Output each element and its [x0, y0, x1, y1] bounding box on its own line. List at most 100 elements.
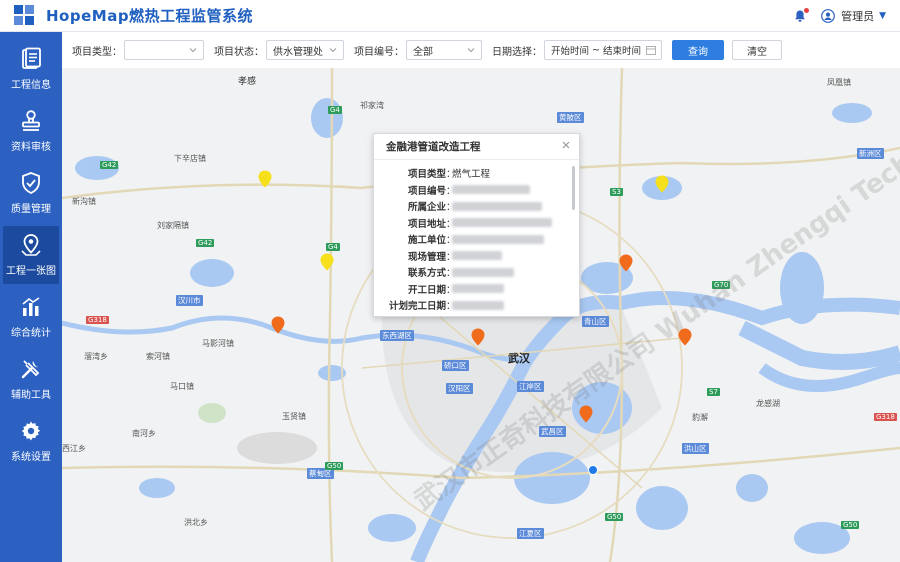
sidebar-item-label: 资料审核	[11, 142, 51, 153]
chevron-down-icon	[189, 48, 197, 53]
highway-shield: G42	[196, 239, 215, 247]
district-label: 汉川市	[176, 295, 203, 306]
highway-shield: G318	[874, 413, 897, 421]
popup-row: 计划完工日期：	[374, 297, 579, 314]
sidebar-item-project-info[interactable]: 工程信息	[0, 40, 62, 98]
district-label: 黄陂区	[557, 112, 584, 123]
project-marker-orange[interactable]	[678, 328, 692, 346]
date-start: 开始时间	[551, 46, 590, 57]
popup-row: 所属企业：	[374, 198, 579, 215]
popup-row: 开工日期：	[374, 281, 579, 298]
project-code-select[interactable]: 全部	[406, 40, 482, 60]
popup-row: 现场管理：	[374, 248, 579, 265]
chevron-down-icon	[329, 48, 337, 53]
project-marker-orange[interactable]	[619, 254, 633, 272]
district-label: 汉阳区	[446, 383, 473, 394]
popup-row: 联系方式：	[374, 264, 579, 281]
project-type-select[interactable]	[124, 40, 204, 60]
app-header: HopeMap燃热工程监管系统 管理员 ▼	[0, 0, 900, 32]
sidebar-item-label: 质量管理	[11, 204, 51, 215]
highway-shield: G50	[325, 462, 344, 470]
popup-row-key: 联系方式	[407, 268, 446, 280]
query-button[interactable]: 查询	[672, 40, 724, 60]
project-status-select[interactable]: 供水管理处	[266, 40, 344, 60]
sidebar-item-statistics[interactable]: 综合统计	[0, 288, 62, 346]
user-name[interactable]: 管理员	[841, 8, 874, 24]
redacted-value	[452, 201, 542, 211]
place-label: 溜湾乡	[84, 352, 108, 361]
redacted-value	[452, 300, 504, 310]
notification-bell-icon[interactable]	[793, 7, 810, 23]
project-info-popup: 金融港管道改造工程 项目类型：燃气工程 项目编号： 所属企业： 项目地址： 施工…	[373, 133, 580, 317]
place-label: 龙感湖	[756, 399, 780, 408]
sidebar-item-settings[interactable]: 系统设置	[0, 412, 62, 470]
project-code-label: 项目编号：	[354, 46, 404, 58]
popup-title: 金融港管道改造工程	[386, 141, 481, 153]
district-label: 洪山区	[682, 443, 709, 454]
place-label: 南河乡	[132, 429, 156, 438]
district-label: 东西湖区	[380, 330, 414, 341]
popup-row-key: 所属企业	[407, 202, 446, 214]
project-status-value: 供水管理处	[273, 46, 323, 58]
close-icon[interactable]	[561, 140, 571, 150]
date-end: 结束时间	[602, 46, 641, 57]
redacted-value	[452, 218, 552, 228]
sidebar-item-document-review[interactable]: 资料审核	[0, 102, 62, 160]
popup-scrollbar[interactable]	[572, 166, 575, 210]
project-map[interactable]: 孝感 下辛店镇 刘家隔镇 马影河镇 新沟镇 溜湾乡 索河镇 马口镇 汉川市 玉贤…	[62, 68, 900, 562]
sidebar: 工程信息 资料审核 质量管理 工程一张图 综合统计 辅助工具 系统设置	[0, 32, 62, 562]
highway-shield: G42	[100, 161, 119, 169]
sidebar-item-quality[interactable]: 质量管理	[0, 164, 62, 222]
popup-row-key: 项目编号	[407, 185, 446, 197]
highway-shield: G4	[326, 243, 340, 251]
stamp-icon	[19, 109, 43, 133]
place-label: 索河镇	[146, 352, 170, 361]
user-menu-chevron-icon[interactable]: ▼	[879, 11, 886, 21]
bar-chart-icon	[19, 295, 43, 319]
redacted-value	[452, 284, 504, 294]
popup-row-key: 项目类型	[407, 169, 446, 181]
project-code-value: 全部	[413, 46, 433, 58]
sidebar-item-project-map[interactable]: 工程一张图	[3, 226, 59, 284]
project-marker-yellow[interactable]	[655, 175, 669, 193]
place-label: 祁家湾	[360, 101, 384, 110]
app-title: HopeMap燃热工程监管系统	[46, 7, 254, 25]
popup-header: 金融港管道改造工程	[374, 134, 579, 160]
clear-button[interactable]: 清空	[732, 40, 782, 60]
user-avatar-icon[interactable]	[821, 8, 835, 23]
place-label: 豹澥	[692, 413, 708, 422]
date-range-picker[interactable]: 开始时间 ~ 结束时间	[544, 40, 662, 60]
popup-row: 项目类型：燃气工程	[374, 165, 579, 182]
place-label: 玉贤镇	[282, 412, 306, 421]
redacted-value	[452, 185, 530, 195]
district-label: 江岸区	[517, 381, 544, 392]
place-label: 洪北乡	[184, 518, 208, 527]
sidebar-item-tools[interactable]: 辅助工具	[0, 350, 62, 408]
project-marker-orange[interactable]	[579, 405, 593, 423]
place-label: 马影河镇	[202, 339, 234, 348]
popup-body: 项目类型：燃气工程 项目编号： 所属企业： 项目地址： 施工单位： 现场管理： …	[374, 160, 579, 316]
current-location-dot[interactable]	[588, 465, 598, 475]
district-label: 江夏区	[517, 528, 544, 539]
popup-row-key: 现场管理	[407, 251, 446, 263]
project-marker-yellow[interactable]	[320, 253, 334, 271]
calendar-icon	[646, 46, 656, 55]
sidebar-item-label: 系统设置	[11, 452, 51, 463]
city-label: 武汉	[508, 352, 530, 365]
project-marker-yellow[interactable]	[258, 170, 272, 188]
project-marker-orange[interactable]	[471, 328, 485, 346]
redacted-value	[452, 234, 544, 244]
highway-shield: G50	[841, 521, 860, 529]
redacted-value	[452, 267, 514, 277]
highway-shield: S3	[610, 188, 623, 196]
tools-icon	[19, 357, 43, 381]
popup-row-key: 项目地址	[407, 218, 446, 230]
popup-row-key: 开工日期	[407, 284, 446, 296]
map-pin-icon	[19, 233, 43, 257]
popup-row-key: 计划完工日期	[388, 301, 446, 313]
highway-shield: G318	[86, 316, 109, 324]
place-label: 下辛店镇	[174, 154, 206, 163]
place-label: 凤凰镇	[827, 78, 851, 87]
project-marker-orange[interactable]	[271, 316, 285, 334]
popup-row: 施工单位：	[374, 231, 579, 248]
